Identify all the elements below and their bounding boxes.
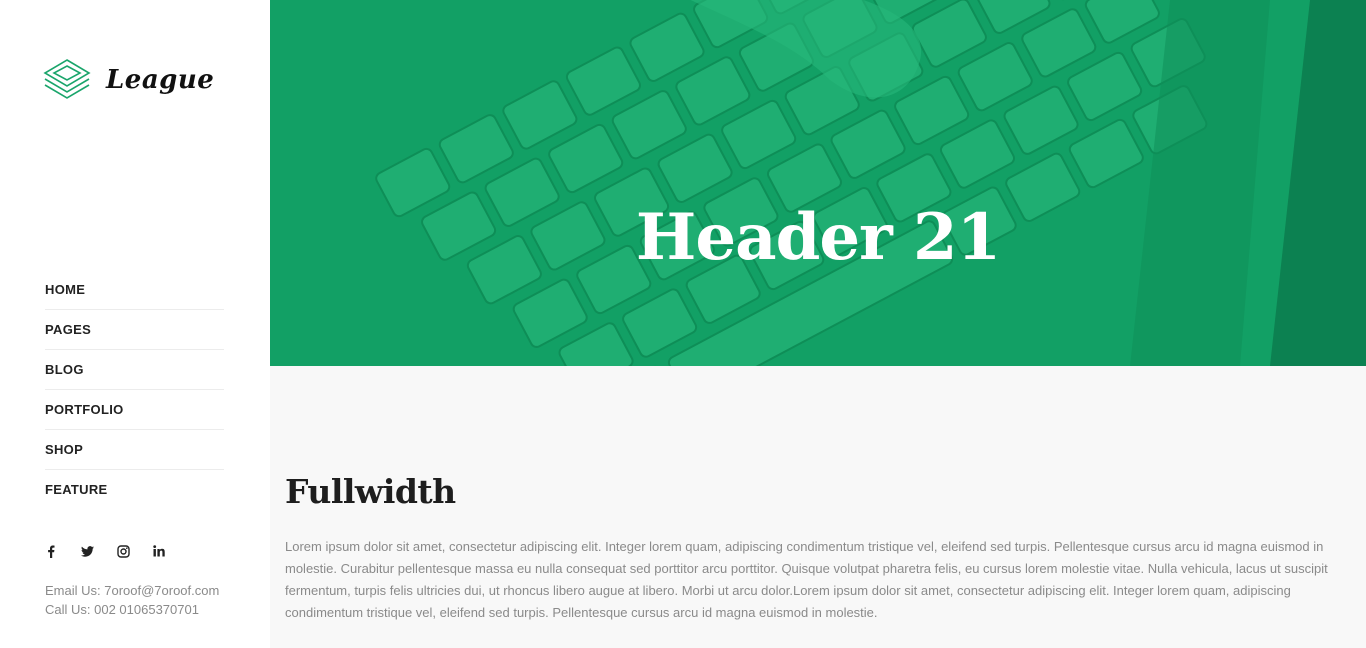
section-body-text: Lorem ipsum dolor sit amet, consectetur … <box>285 539 1328 620</box>
nav-item-portfolio[interactable]: PORTFOLIO <box>45 390 224 430</box>
contact-phone: Call Us: 002 01065370701 <box>45 602 199 617</box>
nav-item-home[interactable]: HOME <box>45 270 224 310</box>
facebook-icon[interactable] <box>44 544 58 558</box>
hero-banner: Header 21 <box>270 0 1366 366</box>
contact-email: Email Us: 7oroof@7oroof.com <box>45 583 220 598</box>
nav-item-feature[interactable]: FEATURE <box>45 470 224 509</box>
instagram-icon[interactable] <box>116 544 130 558</box>
nav-item-blog[interactable]: BLOG <box>45 350 224 390</box>
logo[interactable]: League <box>42 58 214 102</box>
keyboard-background-image <box>270 0 1366 366</box>
sidebar: League HOME PAGES BLOG PORTFOLIO SHOP FE… <box>0 0 270 648</box>
main-nav: HOME PAGES BLOG PORTFOLIO SHOP FEATURE <box>45 270 224 509</box>
brand-name: League <box>106 65 215 95</box>
social-links <box>44 544 166 558</box>
nav-item-shop[interactable]: SHOP <box>45 430 224 470</box>
layers-logo-icon <box>43 59 91 99</box>
section-heading: Fullwidth <box>285 472 456 511</box>
linkedin-icon[interactable] <box>152 544 166 558</box>
contact-info: Email Us: 7oroof@7oroof.com Call Us: 002… <box>45 581 219 619</box>
nav-item-pages[interactable]: PAGES <box>45 310 224 350</box>
twitter-icon[interactable] <box>80 544 94 558</box>
hero-title: Header 21 <box>635 200 1001 275</box>
